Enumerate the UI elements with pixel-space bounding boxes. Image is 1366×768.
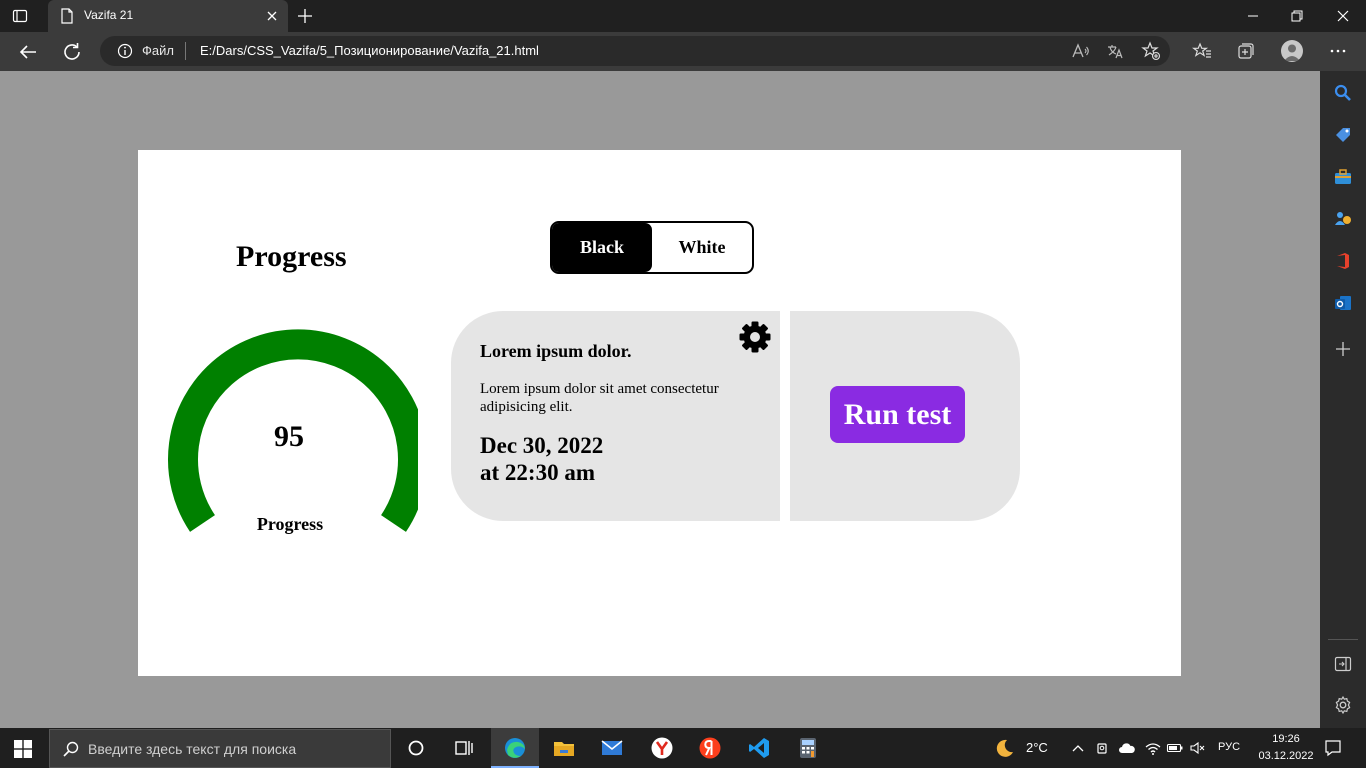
run-test-button[interactable]: Run test [830, 386, 965, 443]
theme-toggle: Black White [550, 221, 754, 274]
weather-temp[interactable]: 2°C [1026, 740, 1048, 755]
file-explorer-icon[interactable] [552, 736, 576, 760]
edge-icon[interactable] [503, 736, 527, 760]
page-favicon-icon [61, 8, 73, 24]
gauge-value: 95 [274, 420, 304, 453]
search-icon [63, 741, 79, 757]
card-text: Lorem ipsum dolor sit amet consectetur a… [480, 381, 719, 415]
input-language[interactable]: РУС [1218, 741, 1240, 753]
refresh-icon[interactable] [61, 41, 83, 63]
sidebar-settings-icon[interactable] [1333, 695, 1353, 715]
info-card: Lorem ipsum dolor. Lorem ipsum dolor sit… [451, 311, 780, 521]
clock-date[interactable]: 03.12.2022 [1253, 750, 1319, 762]
address-bar[interactable]: Файл E:/Dars/CSS_Vazifa/5_Позиционирован… [100, 36, 1170, 66]
tab-title: Vazifa 21 [84, 8, 134, 22]
sidebar-hide-icon[interactable] [1333, 654, 1353, 674]
sidebar-office-icon[interactable] [1333, 251, 1353, 271]
card-date-line1: Dec 30, 2022 [480, 433, 604, 458]
taskbar-search[interactable]: Введите здесь текст для поиска [49, 729, 391, 768]
weather-moon-icon[interactable] [993, 737, 1015, 759]
sidebar-divider [1328, 639, 1358, 640]
cortana-icon[interactable] [404, 736, 428, 760]
tab-actions-icon[interactable] [12, 8, 28, 24]
vscode-icon[interactable] [747, 736, 771, 760]
add-favorite-icon[interactable] [1141, 41, 1161, 61]
profile-avatar[interactable] [1281, 40, 1303, 62]
calculator-icon[interactable] [796, 736, 820, 760]
minimize-icon[interactable] [1245, 8, 1261, 24]
notifications-icon[interactable] [1323, 738, 1343, 758]
gear-icon[interactable] [738, 320, 772, 354]
sidebar-search-icon[interactable] [1333, 83, 1353, 103]
address-prefix: Файл [142, 43, 174, 58]
volume-muted-icon[interactable] [1189, 740, 1207, 756]
black-option[interactable]: Black [552, 223, 652, 272]
back-icon[interactable] [17, 41, 39, 63]
mail-icon[interactable] [600, 736, 624, 760]
favorites-icon[interactable] [1192, 41, 1212, 61]
translate-icon[interactable] [1105, 41, 1125, 61]
sidebar-shopping-icon[interactable] [1333, 125, 1353, 145]
sidebar-add-icon[interactable] [1333, 339, 1353, 359]
task-view-icon[interactable] [452, 736, 476, 760]
read-aloud-icon[interactable] [1070, 41, 1090, 61]
close-tab-icon[interactable] [264, 8, 280, 24]
new-tab-icon[interactable] [296, 7, 314, 25]
address-separator [185, 42, 186, 60]
browser-tab[interactable]: Vazifa 21 [48, 0, 288, 32]
sidebar-tools-icon[interactable] [1333, 167, 1353, 187]
windows-start-icon[interactable] [14, 740, 32, 758]
battery-icon[interactable] [1166, 740, 1184, 756]
card-heading: Lorem ipsum dolor. [480, 341, 632, 361]
clock-time[interactable]: 19:26 [1266, 733, 1306, 745]
yandex-browser-icon[interactable] [650, 736, 674, 760]
more-options-icon[interactable] [1328, 41, 1348, 61]
web-page: Progress 95 Progress Black White Lorem i… [138, 150, 1181, 676]
url-text[interactable]: E:/Dars/CSS_Vazifa/5_Позиционирование/Va… [200, 43, 539, 58]
gauge-label: Progress [256, 514, 324, 534]
progress-title: Progress [236, 240, 347, 273]
sidebar-games-icon[interactable] [1333, 209, 1353, 229]
collections-icon[interactable] [1236, 41, 1256, 61]
card-date: Dec 30, 2022 at 22:30 am [480, 432, 603, 486]
restore-icon[interactable] [1289, 8, 1305, 24]
info-icon[interactable] [117, 43, 133, 59]
yandex-icon[interactable] [698, 736, 722, 760]
tray-chevron-up-icon[interactable] [1070, 740, 1086, 756]
meet-now-icon[interactable] [1095, 740, 1111, 756]
card-date-line2: at 22:30 am [480, 460, 595, 485]
white-option[interactable]: White [652, 223, 752, 272]
search-placeholder: Введите здесь текст для поиска [88, 741, 297, 757]
sidebar-outlook-icon[interactable] [1333, 293, 1353, 313]
run-test-card: Run test [790, 311, 1020, 521]
profile-icon [1284, 44, 1300, 61]
onedrive-icon[interactable] [1118, 740, 1136, 756]
close-window-icon[interactable] [1335, 8, 1351, 24]
browser-tab-bar: Vazifa 21 [0, 0, 1366, 32]
wifi-icon[interactable] [1144, 740, 1162, 756]
